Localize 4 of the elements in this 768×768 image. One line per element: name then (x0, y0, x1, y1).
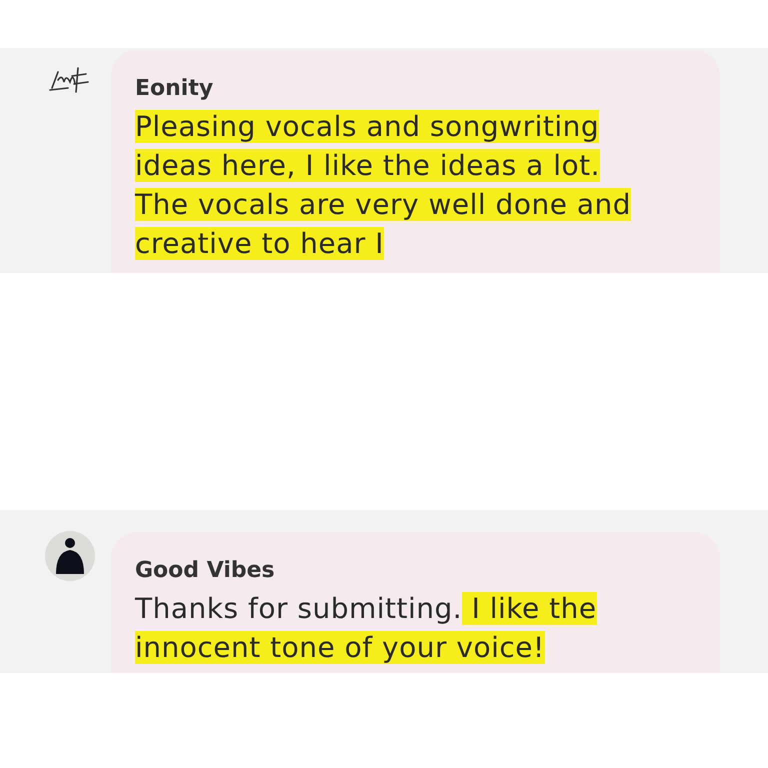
profile-avatar (44, 530, 96, 582)
comment-line: Thanks for submitting. I like the (135, 591, 598, 627)
author-name: Good Vibes (135, 558, 276, 583)
author-name: Eonity (135, 76, 214, 101)
